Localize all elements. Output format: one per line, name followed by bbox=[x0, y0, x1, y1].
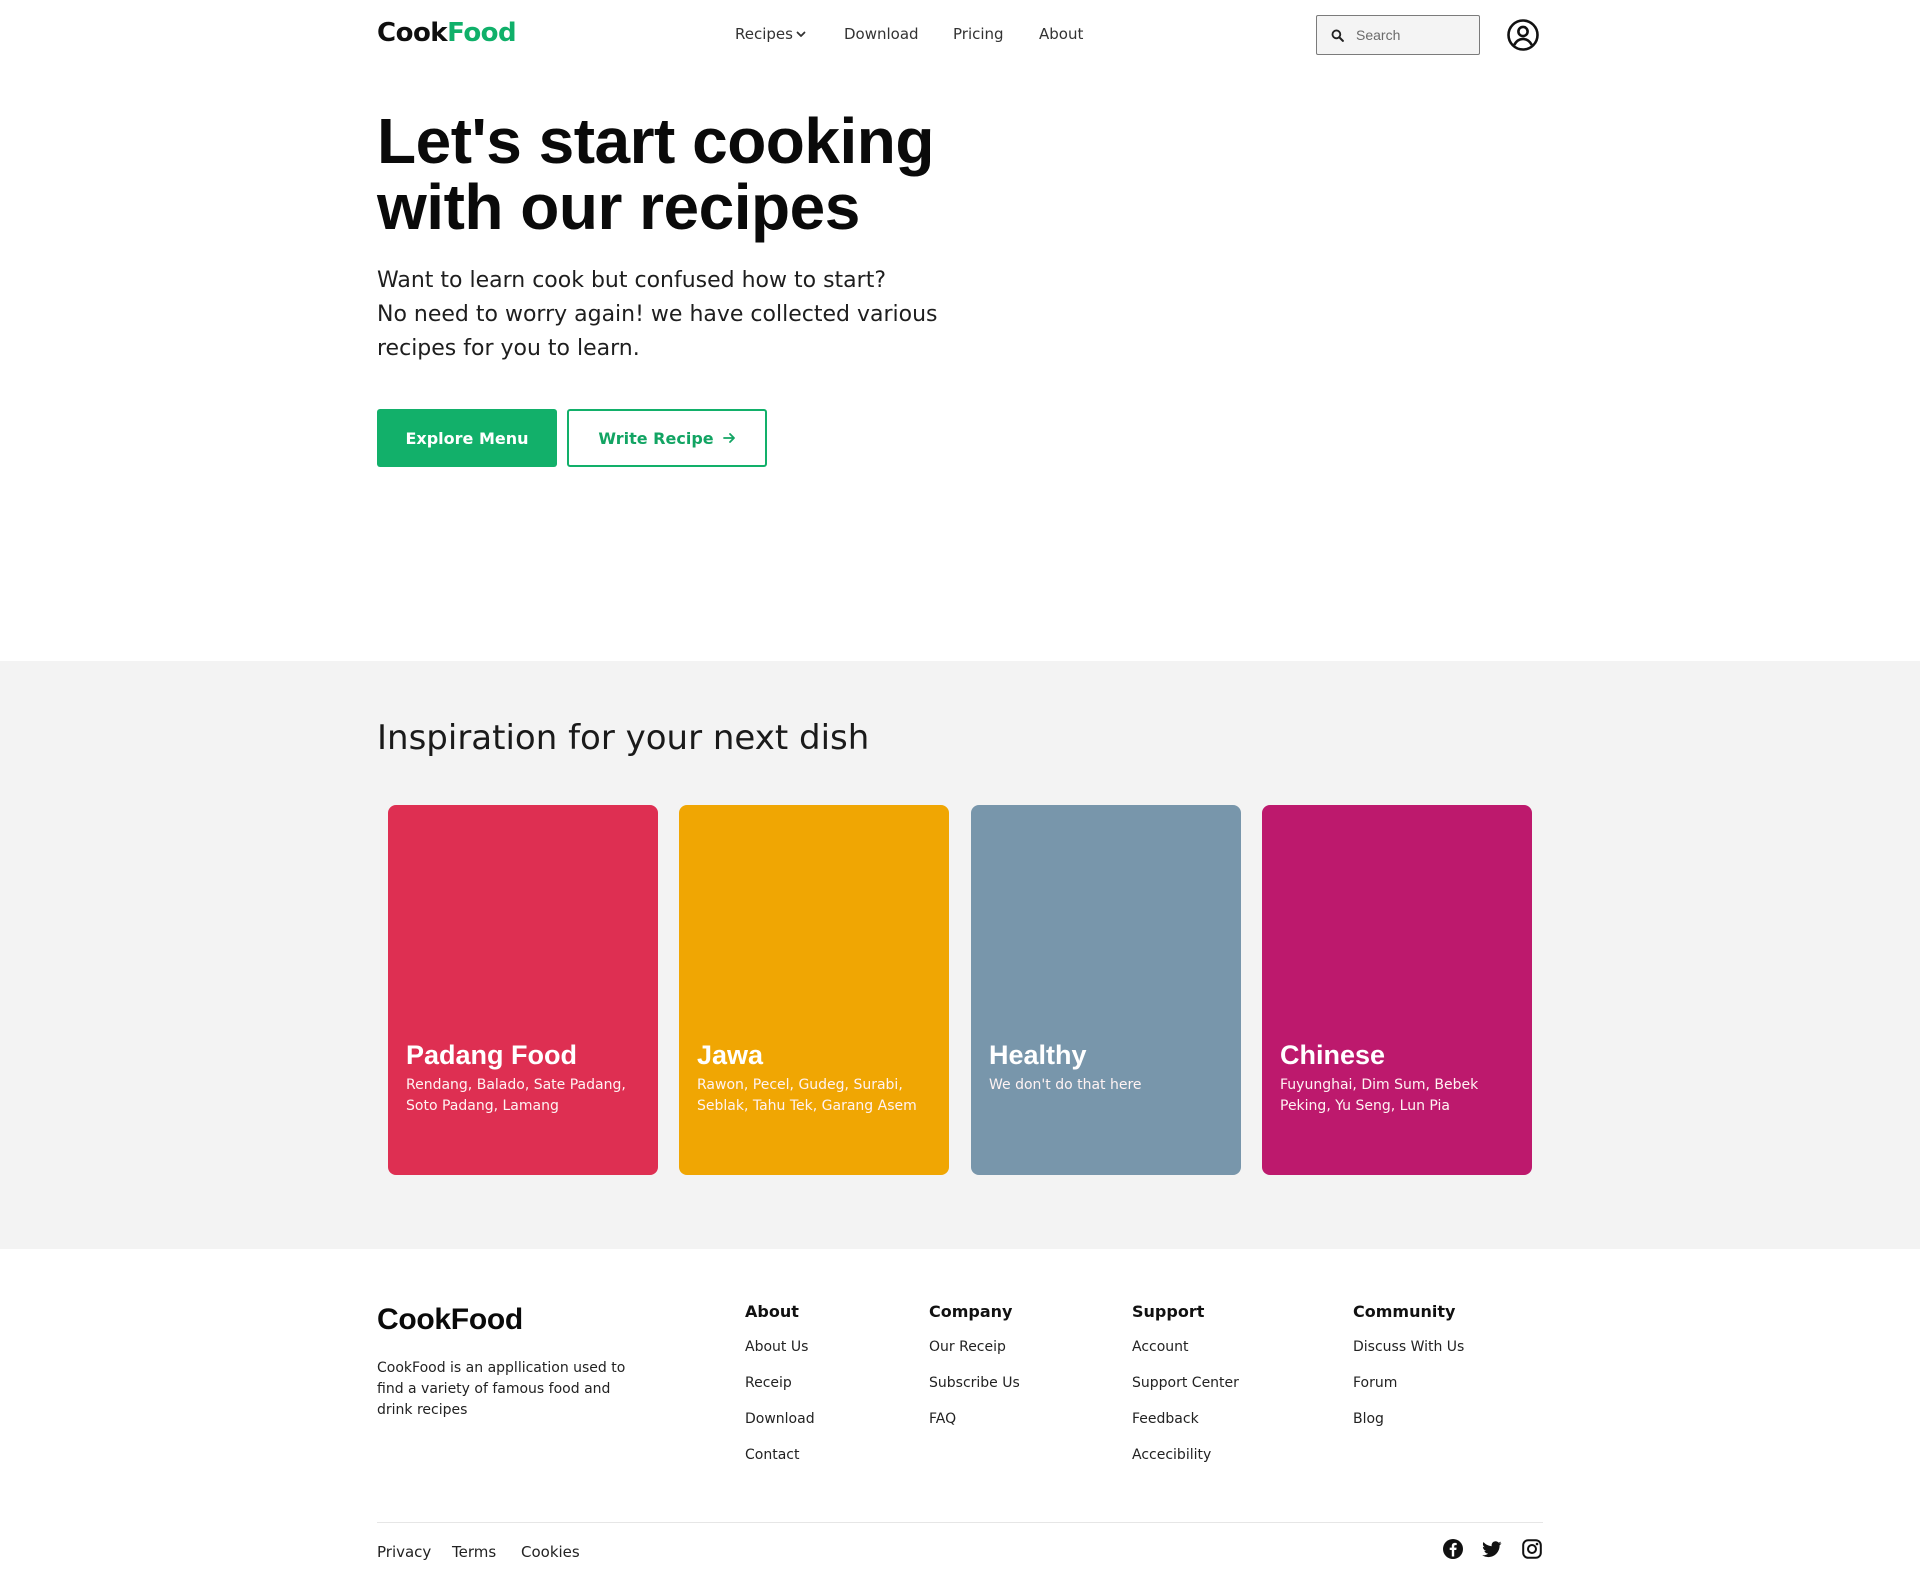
facebook-icon[interactable] bbox=[1442, 1538, 1464, 1560]
footer-link[interactable]: Subscribe Us bbox=[929, 1373, 1020, 1393]
category-card-padang[interactable]: Padang Food Rendang, Balado, Sate Padang… bbox=[388, 805, 658, 1175]
category-card-chinese[interactable]: Chinese Fuyunghai, Dim Sum, Bebek Peking… bbox=[1262, 805, 1532, 1175]
footer-column-heading: Community bbox=[1353, 1302, 1456, 1321]
category-card-description: We don't do that here bbox=[989, 1077, 1142, 1093]
nav-about[interactable]: About bbox=[1039, 25, 1083, 43]
hero-subtitle-line3: recipes for you to learn. bbox=[377, 336, 640, 361]
nav-recipes-dropdown[interactable]: Recipes bbox=[735, 25, 807, 43]
user-account-icon[interactable] bbox=[1506, 18, 1540, 52]
category-card-title: Healthy bbox=[989, 1040, 1087, 1070]
twitter-icon[interactable] bbox=[1481, 1538, 1503, 1560]
footer-about-text: CookFood is an appllication used to find… bbox=[377, 1360, 626, 1418]
footer-link[interactable]: Receip bbox=[745, 1373, 815, 1393]
footer-link[interactable]: FAQ bbox=[929, 1409, 1020, 1429]
footer-link[interactable]: Our Receip bbox=[929, 1337, 1020, 1357]
footer-link[interactable]: Forum bbox=[1353, 1373, 1464, 1393]
search-input[interactable] bbox=[1356, 27, 1466, 43]
hero-subtitle-line1: Want to learn cook but confused how to s… bbox=[377, 268, 886, 293]
site-header: CookFood Recipes Download Pricing About bbox=[0, 0, 1920, 70]
category-card-description: Rawon, Pecel, Gudeg, Surabi, Seblak, Tah… bbox=[697, 1077, 917, 1114]
hero-title-line1: Let's start cooking bbox=[377, 105, 934, 177]
category-card-title: Padang Food bbox=[406, 1040, 577, 1070]
category-card-description: Fuyunghai, Dim Sum, Bebek Peking, Yu Sen… bbox=[1280, 1077, 1479, 1114]
brand-logo[interactable]: CookFood bbox=[377, 18, 517, 48]
nav-download[interactable]: Download bbox=[844, 25, 919, 43]
inspiration-section: Inspiration for your next dish Padang Fo… bbox=[0, 661, 1920, 1249]
arrow-right-icon bbox=[722, 433, 735, 443]
cookies-link[interactable]: Cookies bbox=[521, 1543, 580, 1561]
footer-link[interactable]: Download bbox=[745, 1409, 815, 1429]
write-recipe-label: Write Recipe bbox=[598, 428, 714, 448]
footer-link[interactable]: Contact bbox=[745, 1445, 815, 1465]
footer-column-heading: Company bbox=[929, 1302, 1013, 1321]
hero-title: Let's start cooking with our recipes bbox=[377, 108, 1017, 240]
nav-recipes-label: Recipes bbox=[735, 25, 793, 43]
category-card-description: Rendang, Balado, Sate Padang, Soto Padan… bbox=[406, 1077, 626, 1114]
footer-column-community: Community Discuss With Us Forum Blog bbox=[1353, 1302, 1464, 1445]
search-icon bbox=[1331, 29, 1344, 42]
footer-link[interactable]: Account bbox=[1132, 1337, 1239, 1357]
footer-link[interactable]: About Us bbox=[745, 1337, 815, 1357]
footer-logo: CookFood bbox=[377, 1303, 523, 1336]
footer-column-heading: About bbox=[745, 1302, 799, 1321]
footer-link[interactable]: Support Center bbox=[1132, 1373, 1239, 1393]
nav-pricing[interactable]: Pricing bbox=[953, 25, 1004, 43]
footer-column-about: About About Us Receip Download Contact bbox=[745, 1302, 815, 1481]
footer-column-support: Support Account Support Center Feedback … bbox=[1132, 1302, 1239, 1481]
brand-logo-accent: Food bbox=[447, 18, 517, 48]
hero-title-line2: with our recipes bbox=[377, 171, 860, 243]
footer-link[interactable]: Discuss With Us bbox=[1353, 1337, 1464, 1357]
hero-subtitle: Want to learn cook but confused how to s… bbox=[377, 264, 977, 366]
inspiration-title: Inspiration for your next dish bbox=[377, 718, 870, 758]
category-card-title: Jawa bbox=[697, 1040, 764, 1070]
hero-subtitle-line2: No need to worry again! we have collecte… bbox=[377, 302, 938, 327]
instagram-icon[interactable] bbox=[1521, 1538, 1543, 1560]
chevron-down-icon bbox=[796, 31, 806, 37]
category-card-healthy[interactable]: Healthy We don't do that here bbox=[971, 805, 1241, 1175]
footer-column-company: Company Our Receip Subscribe Us FAQ bbox=[929, 1302, 1020, 1445]
footer-link[interactable]: Blog bbox=[1353, 1409, 1464, 1429]
write-recipe-button[interactable]: Write Recipe bbox=[567, 409, 767, 467]
footer-column-heading: Support bbox=[1132, 1302, 1205, 1321]
category-card-title: Chinese bbox=[1280, 1040, 1386, 1070]
explore-menu-button[interactable]: Explore Menu bbox=[377, 409, 557, 467]
footer-link[interactable]: Accecibility bbox=[1132, 1445, 1239, 1465]
footer-divider bbox=[377, 1522, 1543, 1523]
terms-link[interactable]: Terms bbox=[452, 1543, 496, 1561]
search-box bbox=[1316, 15, 1480, 55]
footer-link[interactable]: Feedback bbox=[1132, 1409, 1239, 1429]
category-card-jawa[interactable]: Jawa Rawon, Pecel, Gudeg, Surabi, Seblak… bbox=[679, 805, 949, 1175]
privacy-link[interactable]: Privacy bbox=[377, 1543, 431, 1561]
brand-logo-prefix: Cook bbox=[377, 18, 448, 48]
